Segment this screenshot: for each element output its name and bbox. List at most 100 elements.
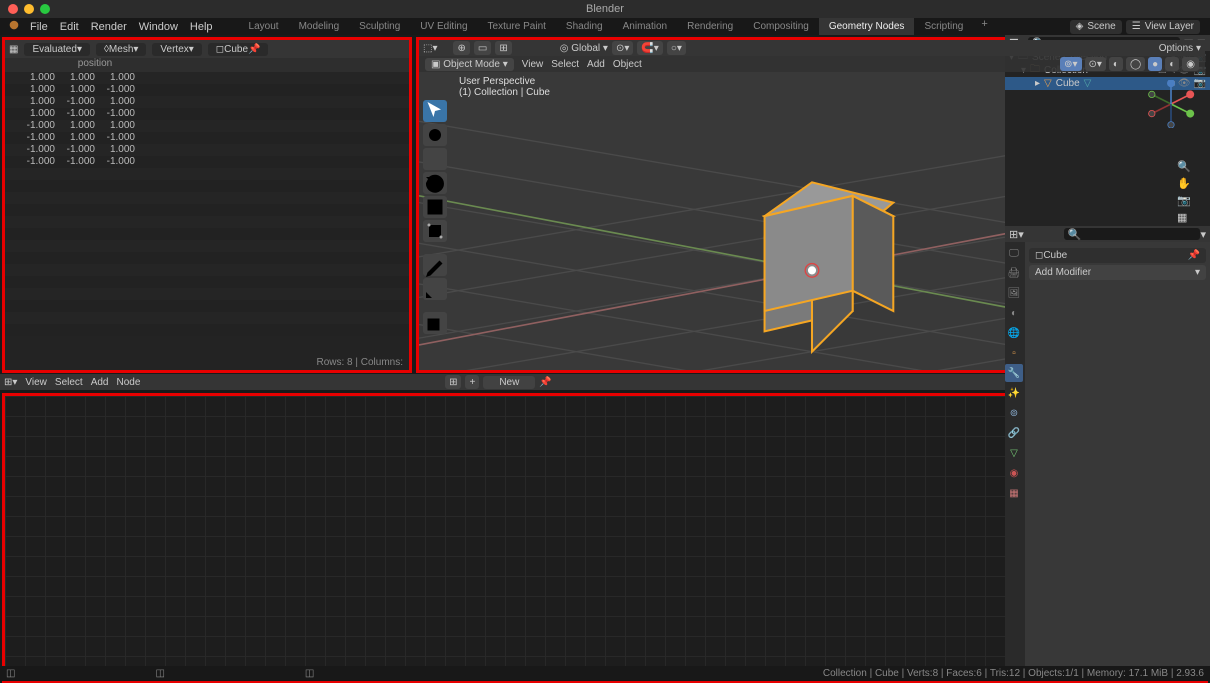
- cursor-tool-icon[interactable]: ⊕: [453, 41, 469, 55]
- prop-tab-constraints[interactable]: 🔗: [1005, 424, 1023, 442]
- spreadsheet-icon[interactable]: ▦: [9, 44, 18, 55]
- render-icon[interactable]: 📷: [1194, 78, 1206, 89]
- vp-menu-view[interactable]: View: [522, 59, 544, 70]
- prop-tab-object[interactable]: ▫: [1005, 344, 1023, 362]
- shading-matprev-icon[interactable]: ◐: [1165, 57, 1179, 71]
- snap-icon[interactable]: ⊞: [495, 41, 511, 55]
- frame-icon[interactable]: ▭: [474, 41, 491, 55]
- tab-shading[interactable]: Shading: [556, 18, 613, 35]
- view-layer-selector[interactable]: ☰View Layer: [1126, 20, 1200, 34]
- pin-icon[interactable]: 📌: [1188, 250, 1200, 261]
- prop-tab-output[interactable]: 🖨: [1005, 264, 1023, 282]
- select-tool[interactable]: [423, 100, 447, 122]
- add-workspace-button[interactable]: +: [973, 18, 995, 35]
- table-row[interactable]: 1.0001.0001.000: [5, 72, 409, 84]
- xray-icon[interactable]: ◐: [1109, 57, 1123, 71]
- prop-tab-texture[interactable]: ▦: [1005, 484, 1023, 502]
- eval-dropdown[interactable]: Evaluated ▾: [24, 43, 90, 56]
- new-nodetree-button[interactable]: New: [483, 376, 535, 389]
- mesh-dropdown[interactable]: ◊ Mesh ▾: [96, 43, 146, 56]
- viewport-editor-icon[interactable]: ⬚▾: [423, 43, 437, 54]
- nav-gizmo[interactable]: [1147, 80, 1195, 128]
- scale-tool[interactable]: [423, 196, 447, 218]
- node-browse-icon[interactable]: ⊞: [445, 375, 461, 389]
- node-menu-select[interactable]: Select: [55, 377, 83, 388]
- tab-texture[interactable]: Texture Paint: [478, 18, 556, 35]
- tab-modeling[interactable]: Modeling: [289, 18, 350, 35]
- node-menu-add[interactable]: Add: [91, 377, 109, 388]
- node-editor-icon[interactable]: ⊞▾: [4, 377, 17, 388]
- pivot-icon[interactable]: ⊙▾: [612, 41, 633, 55]
- mode-dropdown[interactable]: ▣ Object Mode ▾: [425, 58, 514, 71]
- tab-geometry-nodes[interactable]: Geometry Nodes: [819, 18, 915, 35]
- table-row[interactable]: 1.000-1.0001.000: [5, 96, 409, 108]
- prop-tab-world[interactable]: 🌐: [1005, 324, 1023, 342]
- tab-animation[interactable]: Animation: [613, 18, 677, 35]
- gizmo-toggle-icon[interactable]: ⊚▾: [1060, 57, 1081, 71]
- shading-rendered-icon[interactable]: ◉: [1182, 57, 1199, 71]
- menu-render[interactable]: Render: [85, 21, 133, 33]
- prop-tab-render[interactable]: 🖵: [1005, 244, 1023, 262]
- measure-tool[interactable]: [423, 278, 447, 300]
- minimize-window-icon[interactable]: [24, 4, 34, 14]
- vertex-dropdown[interactable]: Vertex ▾: [152, 43, 201, 56]
- camera-icon[interactable]: 📷: [1177, 194, 1201, 207]
- prop-tab-physics[interactable]: ⊚: [1005, 404, 1023, 422]
- node-menu-node[interactable]: Node: [117, 377, 141, 388]
- props-obj-name[interactable]: Cube: [1043, 250, 1067, 261]
- obj-pin[interactable]: ◻ Cube 📌: [208, 43, 269, 56]
- shading-solid-icon[interactable]: ●: [1148, 57, 1162, 71]
- node-add-icon[interactable]: +: [465, 375, 479, 389]
- vp-menu-select[interactable]: Select: [551, 59, 579, 70]
- add-modifier-button[interactable]: Add Modifier▾: [1029, 265, 1206, 280]
- transform-tool[interactable]: [423, 220, 447, 242]
- vp-menu-add[interactable]: Add: [587, 59, 605, 70]
- menu-edit[interactable]: Edit: [54, 21, 85, 33]
- magnet-icon[interactable]: 🧲▾: [637, 41, 662, 55]
- menu-help[interactable]: Help: [184, 21, 219, 33]
- props-editor-icon[interactable]: ⊞▾: [1009, 228, 1024, 241]
- persp-toggle-icon[interactable]: ▦: [1177, 211, 1201, 224]
- vp-menu-object[interactable]: Object: [613, 59, 642, 70]
- prop-tab-scene[interactable]: ◐: [1005, 304, 1023, 322]
- pin-icon[interactable]: 📌: [539, 377, 551, 388]
- cursor-tool[interactable]: [423, 124, 447, 146]
- chevron-right-icon[interactable]: ▸: [1035, 78, 1040, 89]
- overlay-toggle-icon[interactable]: ⊙▾: [1085, 57, 1106, 71]
- props-opt-icon[interactable]: ▾: [1200, 228, 1206, 241]
- move-tool[interactable]: [423, 148, 447, 170]
- table-row[interactable]: -1.0001.0001.000: [5, 120, 409, 132]
- scene-selector[interactable]: ◈Scene: [1070, 20, 1122, 34]
- tab-uv[interactable]: UV Editing: [410, 18, 477, 35]
- tab-scripting[interactable]: Scripting: [914, 18, 973, 35]
- prop-tab-mesh[interactable]: ▽: [1005, 444, 1023, 462]
- prop-tab-material[interactable]: ◉: [1005, 464, 1023, 482]
- tab-sculpting[interactable]: Sculpting: [349, 18, 410, 35]
- tab-layout[interactable]: Layout: [239, 18, 289, 35]
- hand-icon[interactable]: ✋: [1177, 177, 1201, 190]
- prop-tab-modifiers[interactable]: 🔧: [1005, 364, 1023, 382]
- zoom-icon[interactable]: 🔍: [1177, 160, 1201, 173]
- options-dropdown[interactable]: Options ▾: [1159, 43, 1201, 54]
- table-row[interactable]: 1.000-1.000-1.000: [5, 108, 409, 120]
- proportional-icon[interactable]: ○▾: [667, 41, 686, 55]
- table-row[interactable]: -1.0001.000-1.000: [5, 132, 409, 144]
- cube-label[interactable]: Cube: [1056, 78, 1080, 89]
- prop-tab-particles[interactable]: ✨: [1005, 384, 1023, 402]
- prop-tab-viewlayer[interactable]: 🖼: [1005, 284, 1023, 302]
- props-search-input[interactable]: 🔍: [1064, 228, 1201, 240]
- annotate-tool[interactable]: [423, 254, 447, 276]
- table-row[interactable]: -1.000-1.0001.000: [5, 144, 409, 156]
- table-row[interactable]: 1.0001.000-1.000: [5, 84, 409, 96]
- tab-compositing[interactable]: Compositing: [743, 18, 819, 35]
- close-window-icon[interactable]: [8, 4, 18, 14]
- orientation-dropdown[interactable]: ◎ Global ▾: [560, 43, 608, 54]
- table-row[interactable]: -1.000-1.000-1.000: [5, 156, 409, 168]
- shading-wire-icon[interactable]: ◯: [1126, 57, 1145, 71]
- maximize-window-icon[interactable]: [40, 4, 50, 14]
- add-tool[interactable]: [423, 312, 447, 334]
- node-menu-view[interactable]: View: [25, 377, 47, 388]
- menu-window[interactable]: Window: [133, 21, 184, 33]
- rotate-tool[interactable]: [423, 172, 447, 194]
- menu-file[interactable]: File: [24, 21, 54, 33]
